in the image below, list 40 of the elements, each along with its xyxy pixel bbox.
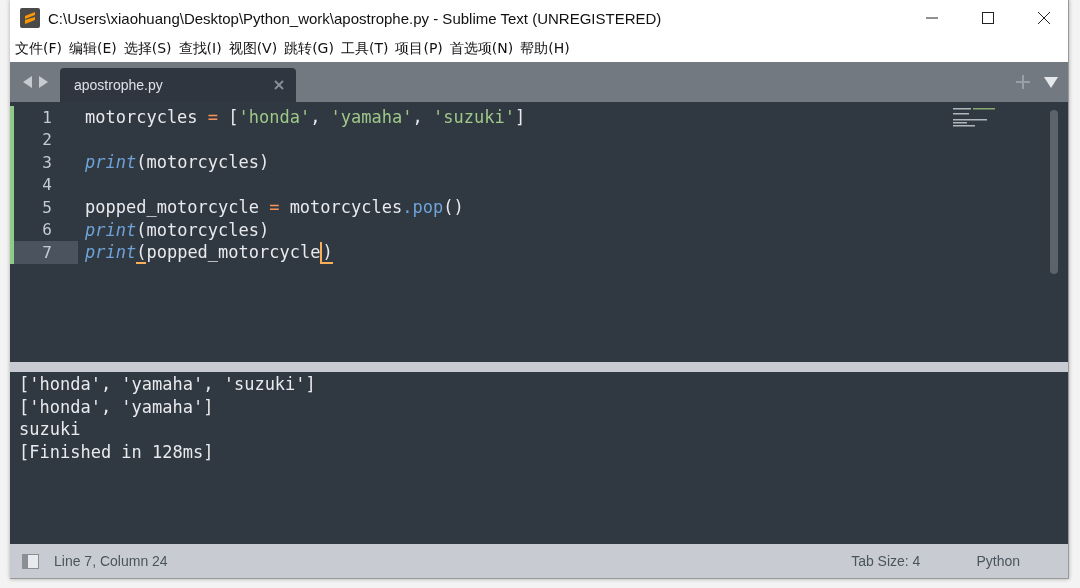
plus-icon[interactable] [1016, 75, 1030, 89]
line-number: 4 [42, 175, 53, 195]
output-line: suzuki [19, 418, 82, 441]
file-tab[interactable]: apostrophe.py [60, 68, 296, 102]
line-number: 7 [42, 242, 53, 262]
menu-item[interactable]: 编辑(E) [68, 40, 123, 58]
line-number: 6 [42, 220, 53, 240]
menu-item[interactable]: 帮助(H) [519, 40, 576, 58]
close-icon[interactable] [1038, 12, 1050, 24]
code-line: motorcycles = ['honda', 'yamaha', 'suzuki'] [84, 107, 526, 128]
cursor-position: Line 7, Column 24 [54, 553, 168, 569]
code-line: print(motorcycles) [84, 152, 270, 173]
dropdown-icon[interactable] [1044, 77, 1058, 88]
forward-icon[interactable] [37, 76, 48, 88]
menu-item[interactable]: 查找(I) [177, 40, 228, 58]
output-line: [Finished in 128ms] [19, 440, 215, 463]
line-number: 2 [42, 130, 53, 150]
output-line: ['honda', 'yamaha'] [19, 395, 215, 418]
code-line: popped_motorcycle = motorcycles.pop() [84, 197, 464, 218]
menu-item[interactable]: 文件(F) [14, 40, 68, 58]
output-line: ['honda', 'yamaha', 'suzuki'] [19, 373, 317, 396]
code-line: print(popped_motorcycle) [84, 242, 333, 263]
app-logo-icon [20, 8, 40, 28]
code-line: print(motorcycles) [84, 219, 270, 240]
panel-toggle-icon[interactable] [22, 553, 39, 569]
menu-item[interactable]: 项目(P) [394, 40, 449, 58]
menu-item[interactable]: 选择(S) [122, 40, 178, 58]
syntax-indicator[interactable]: Python [976, 553, 1020, 569]
line-number: 3 [42, 152, 53, 172]
line-number: 5 [42, 197, 53, 217]
scrollbar[interactable] [1050, 110, 1058, 274]
menu-item[interactable]: 工具(T) [339, 40, 395, 58]
back-icon[interactable] [22, 76, 33, 88]
menu-item[interactable]: 跳转(G) [283, 40, 340, 58]
window-title: C:\Users\xiaohuang\Desktop\Python_work\apostrophe.py - Sublime Text (UNREGISTERED) [48, 9, 662, 27]
menu-item[interactable]: 视图(V) [227, 40, 284, 58]
menu-item[interactable]: 首选项(N) [448, 40, 520, 58]
maximize-icon[interactable] [982, 12, 994, 24]
line-number: 1 [42, 107, 53, 127]
tab-size-indicator[interactable]: Tab Size: 4 [851, 553, 921, 569]
